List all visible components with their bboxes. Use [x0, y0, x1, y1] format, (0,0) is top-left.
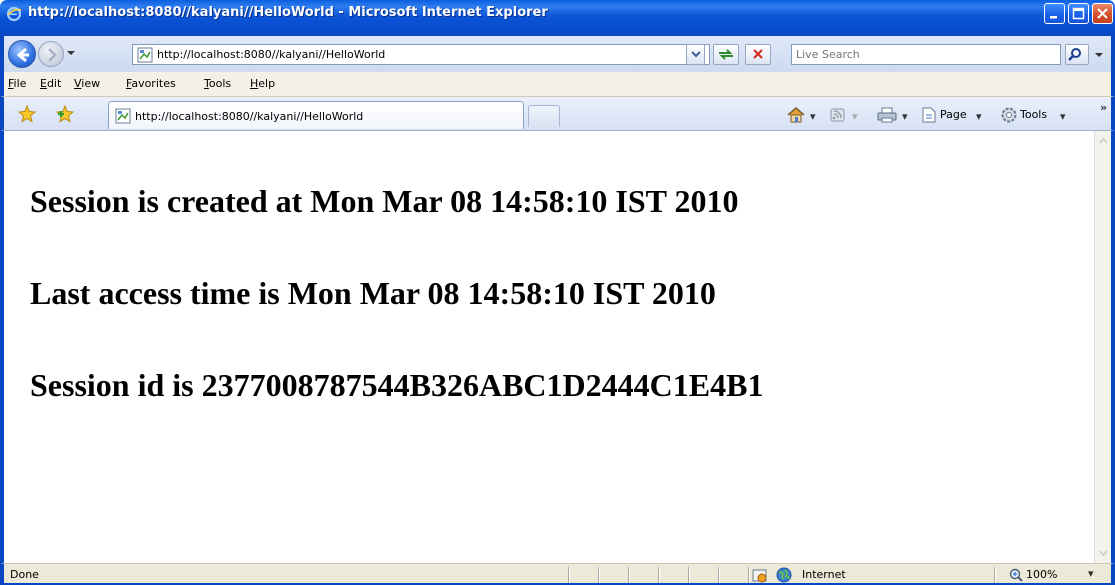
address-dropdown-button[interactable] [686, 44, 705, 65]
refresh-icon [719, 49, 733, 60]
vertical-scrollbar[interactable] [1094, 131, 1111, 563]
address-toolbar: http://localhost:8080//kalyani//HelloWor… [0, 36, 1115, 72]
chevron-down-icon: ▾ [1088, 567, 1094, 580]
maximize-button[interactable] [1068, 3, 1089, 24]
maximize-icon [1072, 7, 1085, 20]
status-divider [688, 567, 689, 583]
status-divider [658, 567, 659, 583]
scroll-down-icon[interactable] [1096, 544, 1111, 561]
chevron-down-icon: ▾ [1060, 110, 1066, 123]
home-button[interactable]: ▾ [786, 106, 820, 124]
menu-file[interactable]: File [8, 77, 26, 90]
status-text: Done [10, 568, 39, 581]
tools-menu-label: Tools [1020, 108, 1048, 121]
zone-label: Internet [802, 568, 846, 581]
status-divider [568, 567, 569, 583]
menu-bar: File Edit View Favorites Tools Help [0, 72, 1115, 97]
globe-icon [776, 567, 792, 583]
history-dropdown-icon[interactable] [66, 48, 76, 58]
page-icon [922, 107, 936, 123]
chevron-down-icon: ▾ [852, 110, 858, 123]
status-bar: Done Internet 100% ▾ [0, 563, 1115, 585]
menu-tools[interactable]: Tools [204, 77, 231, 90]
print-icon [877, 107, 897, 123]
page-menu-label: Page [940, 108, 967, 121]
status-divider [598, 567, 599, 583]
title-bar[interactable]: http://localhost:8080//kalyani//HelloWor… [0, 0, 1115, 36]
close-icon [1097, 8, 1108, 19]
last-access-text: Last access time is Mon Mar 08 14:58:10 … [30, 275, 716, 311]
print-button[interactable]: ▾ [876, 106, 910, 124]
page-favicon-icon [115, 108, 131, 124]
chevron-down-icon: ▾ [902, 110, 908, 123]
favorites-star-icon[interactable] [18, 105, 36, 123]
tab-toolbar: http://localhost:8080//kalyani//HelloWor… [0, 97, 1115, 131]
forward-button[interactable] [38, 41, 64, 67]
refresh-button[interactable] [713, 44, 739, 65]
chevron-down-icon [691, 51, 701, 58]
chevron-down-icon: ▾ [976, 110, 982, 123]
zoom-level: 100% [1026, 568, 1058, 581]
menu-edit[interactable]: Edit [40, 77, 61, 90]
page-content: Session is created at Mon Mar 08 14:58:1… [0, 131, 1115, 563]
add-favorite-icon[interactable] [56, 105, 74, 123]
tab-active[interactable]: http://localhost:8080//kalyani//HelloWor… [108, 101, 524, 129]
feeds-icon [830, 108, 845, 122]
tab-title: http://localhost:8080//kalyani//HelloWor… [135, 110, 364, 123]
feeds-button[interactable]: ▾ [828, 106, 862, 124]
back-arrow-icon [16, 47, 29, 63]
status-divider [994, 567, 995, 583]
back-button[interactable] [8, 40, 36, 68]
minimize-icon [1050, 16, 1057, 19]
search-options-dropdown-icon[interactable] [1094, 50, 1104, 60]
window-title: http://localhost:8080//kalyani//HelloWor… [28, 5, 548, 20]
search-icon [1068, 48, 1081, 61]
stop-icon [753, 49, 763, 59]
address-bar[interactable]: http://localhost:8080//kalyani//HelloWor… [132, 44, 710, 65]
page-menu-button[interactable]: Page ▾ [920, 106, 992, 124]
toolbar-overflow-icon[interactable]: » [1100, 101, 1107, 114]
menu-favorites[interactable]: Favorites [126, 77, 176, 90]
security-zone[interactable]: Internet [752, 567, 976, 583]
status-divider [628, 567, 629, 583]
menu-view[interactable]: View [74, 77, 100, 90]
close-button[interactable] [1092, 3, 1113, 24]
new-tab-button[interactable] [528, 105, 560, 127]
minimize-button[interactable] [1044, 3, 1065, 24]
home-icon [787, 107, 805, 123]
address-url[interactable]: http://localhost:8080//kalyani//HelloWor… [157, 48, 385, 61]
forward-arrow-icon [48, 48, 57, 62]
protected-mode-icon [752, 569, 767, 583]
page-favicon-icon [137, 47, 153, 63]
ie-logo-icon [6, 6, 22, 22]
gear-icon [1001, 107, 1017, 123]
session-created-text: Session is created at Mon Mar 08 14:58:1… [30, 183, 739, 219]
status-divider [748, 567, 749, 583]
session-id-text: Session id is 2377008787544B326ABC1D2444… [30, 367, 764, 403]
search-box[interactable] [791, 44, 1061, 65]
chevron-down-icon: ▾ [810, 110, 816, 123]
search-input[interactable] [796, 47, 1056, 62]
stop-button[interactable] [745, 44, 771, 65]
zoom-icon [1009, 568, 1023, 582]
scroll-up-icon[interactable] [1096, 133, 1111, 150]
tools-menu-button[interactable]: Tools ▾ [1000, 106, 1080, 124]
status-divider [718, 567, 719, 583]
search-button[interactable] [1065, 44, 1089, 65]
menu-help[interactable]: Help [250, 77, 275, 90]
zoom-control[interactable]: 100% ▾ [1008, 567, 1108, 583]
